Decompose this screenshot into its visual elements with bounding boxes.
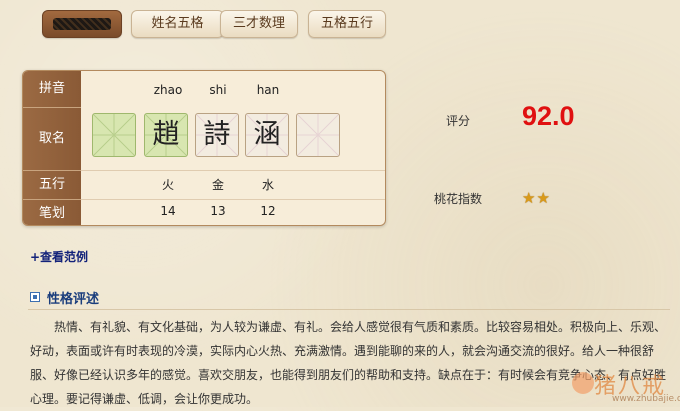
pinyin-1: zhao [153, 83, 183, 97]
pig-logo-icon [572, 372, 594, 394]
view-example-link[interactable]: +查看范例 [30, 248, 88, 265]
char-box-empty[interactable] [296, 113, 340, 157]
pinyin-3: han [256, 83, 280, 97]
row-label-pinyin: 拼音 [23, 71, 81, 108]
bihua-2: 13 [210, 204, 226, 218]
char-box-2[interactable]: 詩 [195, 113, 239, 157]
tab-label: 三才数理 [232, 16, 285, 31]
redacted-label [53, 18, 111, 30]
row-label-name: 取名 [23, 108, 81, 171]
bihua-3: 12 [260, 204, 276, 218]
row-label-bihua: 笔划 [38, 206, 65, 221]
tab-label: 姓名五格 [151, 16, 204, 31]
wuxing-2: 金 [211, 178, 224, 192]
char-box-empty[interactable] [92, 113, 136, 157]
watermark: 猪八戒 www.zhubajie.com [572, 368, 680, 404]
row-divider [81, 170, 385, 171]
tab-sancai[interactable]: 三才数理 [220, 10, 298, 38]
watermark-url: www.zhubajie.com [612, 394, 680, 404]
tab-wuxing[interactable]: 五格五行 [308, 10, 386, 38]
peach-index-label: 桃花指数 [434, 192, 483, 206]
section-divider [28, 309, 670, 310]
bihua-1: 14 [160, 204, 176, 218]
row-divider [81, 199, 385, 200]
pinyin-2: shi [209, 83, 227, 97]
tab-redacted[interactable] [42, 10, 122, 38]
star-icon: ★ [536, 189, 550, 207]
char-box-3[interactable]: 涵 [245, 113, 289, 157]
tab-wuge[interactable]: 姓名五格 [131, 10, 224, 38]
peach-index-stars: ★★ [522, 188, 551, 207]
star-icon: ★ [522, 189, 536, 207]
row-label-wuxing: 五行 [23, 171, 81, 200]
tab-label: 五格五行 [320, 16, 373, 31]
score-value: 92.0 [522, 101, 575, 131]
char-box-1[interactable]: 趙 [144, 113, 188, 157]
wuxing-1: 火 [161, 178, 174, 192]
wuxing-3: 水 [261, 178, 274, 192]
name-card: 拼音 取名 五行 笔划 zhao shi han 趙 詩 涵 火 金 水 14 … [22, 70, 386, 226]
section-title: 性格评述 [47, 292, 100, 307]
score-label: 评分 [446, 114, 471, 128]
section-bullet-icon [30, 292, 40, 302]
